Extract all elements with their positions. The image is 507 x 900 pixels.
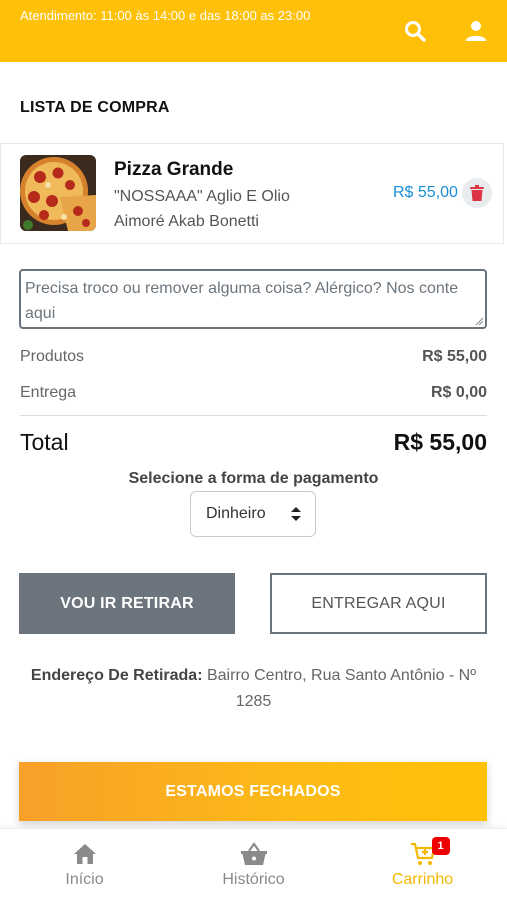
- order-notes-input[interactable]: Precisa troco ou remover alguma coisa? A…: [19, 269, 487, 329]
- basket-icon: [240, 842, 267, 865]
- cart-item: Pizza Grande "NOSSAAA" Aglio E Olio Aimo…: [0, 143, 504, 244]
- home-icon: [73, 844, 96, 864]
- remove-item-button[interactable]: [462, 178, 492, 208]
- top-bar: Atendimento: 11:00 às 14:00 e das 18:00 …: [0, 0, 507, 62]
- payment-label: Selecione a forma de pagamento: [128, 470, 379, 487]
- total-label: Total: [20, 429, 69, 455]
- item-description: "NOSSAAA" Aglio E Olio Aimoré Akab Bonet…: [114, 188, 290, 230]
- products-value: R$ 55,00: [422, 348, 487, 365]
- nav-history-label: Histórico: [222, 871, 285, 888]
- notes-placeholder: Precisa troco ou remover alguma coisa? A…: [25, 280, 459, 322]
- pickup-address-label: Endereço De Retirada:: [30, 667, 203, 684]
- delivery-label: Entrega: [20, 384, 77, 401]
- store-closed-button[interactable]: ESTAMOS FECHADOS: [19, 762, 487, 821]
- nav-cart-label: Carrinho: [391, 871, 454, 888]
- payment-selected-value: Dinheiro: [206, 505, 266, 522]
- bottom-navigation: Início Histórico 1 Carrinho: [0, 828, 507, 900]
- user-icon: [466, 21, 486, 41]
- products-row: Produtos R$ 55,00: [20, 348, 487, 366]
- pickup-address: Endereço De Retirada: Bairro Centro, Rua…: [25, 663, 482, 715]
- cart-count-badge: 1: [431, 837, 450, 855]
- user-button[interactable]: [461, 16, 491, 46]
- opening-hours: Atendimento: 11:00 às 14:00 e das 18:00 …: [20, 8, 311, 23]
- sort-arrows-icon: [291, 507, 301, 521]
- pizza-thumbnail: [20, 155, 96, 231]
- delivery-value: R$ 0,00: [430, 384, 487, 401]
- total-row: Total R$ 55,00: [20, 429, 487, 456]
- trash-icon: [470, 185, 484, 201]
- products-label: Produtos: [20, 348, 85, 365]
- payment-method-select[interactable]: Dinheiro: [190, 491, 316, 537]
- pickup-address-value: Bairro Centro, Rua Santo Antônio - Nº 12…: [206, 667, 477, 710]
- resize-grip-icon[interactable]: [475, 317, 483, 325]
- summary-divider: [20, 415, 487, 416]
- nav-home[interactable]: Início: [0, 829, 169, 900]
- item-name: Pizza Grande: [114, 159, 234, 180]
- pickup-button[interactable]: VOU IR RETIRAR: [19, 573, 235, 634]
- nav-cart[interactable]: 1 Carrinho: [338, 829, 507, 900]
- delivery-fee-row: Entrega R$ 0,00: [20, 384, 487, 402]
- nav-home-label: Início: [65, 871, 104, 888]
- total-value: R$ 55,00: [393, 429, 487, 455]
- delivery-button[interactable]: ENTREGAR AQUI: [270, 573, 487, 634]
- search-button[interactable]: [400, 16, 430, 46]
- search-icon: [405, 21, 426, 42]
- item-price: R$ 55,00: [393, 184, 458, 201]
- cart-title: LISTA DE COMPRA: [20, 99, 170, 116]
- cart-page: Atendimento: 11:00 às 14:00 e das 18:00 …: [0, 0, 507, 900]
- nav-history[interactable]: Histórico: [169, 829, 338, 900]
